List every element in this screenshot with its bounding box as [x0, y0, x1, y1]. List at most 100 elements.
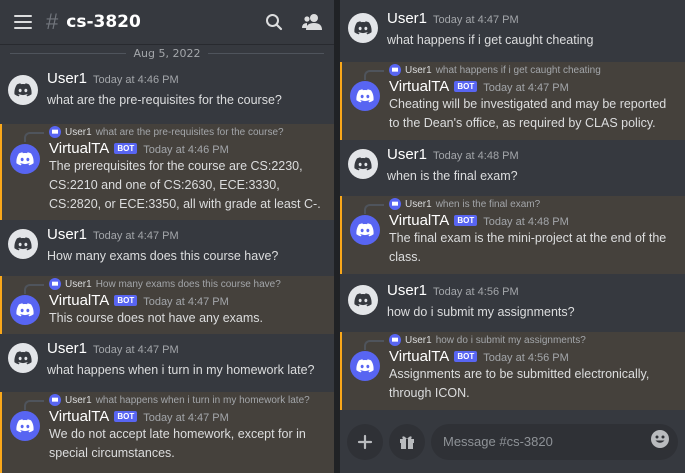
author-name[interactable]: VirtualTA — [49, 408, 109, 425]
reply-author: User1 — [405, 198, 432, 210]
author-name[interactable]: VirtualTA — [49, 140, 109, 157]
timestamp: Today at 4:47 PM — [143, 296, 229, 308]
reply-connector — [24, 284, 44, 294]
avatar[interactable] — [8, 343, 38, 373]
author-name[interactable]: VirtualTA — [389, 348, 449, 365]
reply-avatar-icon — [389, 198, 401, 210]
message-text: How many exams does this course have? — [47, 249, 279, 263]
reply-text: when is the final exam? — [435, 198, 541, 210]
bot-avatar[interactable] — [10, 411, 40, 441]
timestamp: Today at 4:47 PM — [93, 230, 179, 242]
message-input-container — [431, 423, 678, 460]
bot-avatar[interactable] — [10, 144, 40, 174]
bot-badge: BOT — [114, 295, 138, 306]
reply-reference[interactable]: User1 how do i submit my assignments? — [389, 332, 679, 348]
bot-reply-message[interactable]: User1 How many exams does this course hav… — [0, 276, 334, 334]
reply-author: User1 — [65, 126, 92, 138]
avatar[interactable] — [348, 149, 378, 179]
bot-reply-message[interactable]: User1 what happens if i get caught cheati… — [340, 62, 685, 140]
timestamp: Today at 4:47 PM — [93, 344, 179, 356]
avatar[interactable] — [8, 75, 38, 105]
search-icon[interactable] — [262, 10, 286, 34]
timestamp: Today at 4:56 PM — [433, 286, 519, 298]
reply-reference[interactable]: User1 when is the final exam? — [389, 196, 679, 212]
message[interactable]: User1 Today at 4:56 PM how do i submit my… — [340, 282, 685, 332]
hash-icon: # — [46, 9, 59, 34]
author-name[interactable]: VirtualTA — [389, 78, 449, 95]
bot-reply-message[interactable]: User1 what are the pre-requisites for the… — [0, 124, 334, 220]
bot-reply-message[interactable]: User1 when is the final exam? VirtualTA BO… — [340, 196, 685, 274]
bot-reply-message[interactable]: User1 what happens when i turn in my home… — [0, 392, 334, 473]
message-text: what happens if i get caught cheating — [387, 33, 594, 47]
reply-avatar-icon — [389, 64, 401, 76]
timestamp: Today at 4:47 PM — [433, 14, 519, 26]
message-text: The final exam is the mini-project at th… — [389, 231, 667, 264]
plus-icon[interactable] — [347, 423, 383, 460]
emoji-icon[interactable] — [650, 429, 670, 454]
avatar[interactable] — [8, 229, 38, 259]
timestamp: Today at 4:46 PM — [93, 74, 179, 86]
message[interactable]: User1 Today at 4:47 PM what happens if i … — [340, 10, 685, 60]
timestamp: Today at 4:47 PM — [483, 82, 569, 94]
author-name[interactable]: VirtualTA — [49, 292, 109, 309]
channel-name: cs-3820 — [66, 12, 141, 32]
message-input[interactable] — [443, 434, 650, 449]
message-text: Assignments are to be submitted electron… — [389, 367, 650, 400]
message[interactable]: User1 Today at 4:47 PM How many exams doe… — [0, 226, 334, 276]
left-chat-pane: # cs-3820 Aug 5, 2022 User1 Today at 4:46… — [0, 0, 334, 473]
gift-icon[interactable] — [389, 423, 425, 460]
timestamp: Today at 4:48 PM — [433, 150, 519, 162]
author-name[interactable]: User1 — [387, 282, 427, 299]
members-icon[interactable] — [300, 10, 324, 34]
reply-author: User1 — [405, 334, 432, 346]
reply-avatar-icon — [49, 394, 61, 406]
avatar[interactable] — [348, 13, 378, 43]
bot-avatar[interactable] — [350, 215, 380, 245]
bot-avatar[interactable] — [10, 295, 40, 325]
message-text: This course does not have any exams. — [49, 311, 264, 325]
reply-connector — [24, 132, 44, 142]
author-name[interactable]: VirtualTA — [389, 212, 449, 229]
author-name[interactable]: User1 — [47, 226, 87, 243]
message-text: The prerequisites for the course are CS:… — [49, 159, 321, 211]
reply-reference[interactable]: User1 what happens if i get caught cheati… — [389, 62, 679, 78]
message-text: what happens when i turn in my homework … — [47, 363, 315, 377]
author-name[interactable]: User1 — [387, 10, 427, 27]
bot-badge: BOT — [454, 215, 478, 226]
reply-connector — [364, 204, 384, 214]
date-separator-label: Aug 5, 2022 — [133, 46, 201, 60]
reply-author: User1 — [405, 64, 432, 76]
reply-connector — [364, 70, 384, 80]
reply-text: How many exams does this course have? — [95, 278, 281, 290]
bot-badge: BOT — [114, 143, 138, 154]
reply-avatar-icon — [389, 334, 401, 346]
reply-reference[interactable]: User1 what happens when i turn in my home… — [49, 392, 328, 408]
timestamp: Today at 4:46 PM — [143, 144, 229, 156]
bot-badge: BOT — [114, 411, 138, 422]
reply-text: how do i submit my assignments? — [435, 334, 586, 346]
reply-author: User1 — [65, 394, 92, 406]
message-text: Cheating will be investigated and may be… — [389, 97, 667, 130]
message[interactable]: User1 Today at 4:48 PM when is the final … — [340, 146, 685, 196]
bot-avatar[interactable] — [350, 81, 380, 111]
author-name[interactable]: User1 — [47, 70, 87, 87]
reply-reference[interactable]: User1 How many exams does this course hav… — [49, 276, 328, 292]
avatar[interactable] — [348, 285, 378, 315]
menu-icon[interactable] — [14, 15, 32, 29]
message[interactable]: User1 Today at 4:46 PM what are the pre-r… — [0, 70, 334, 122]
reply-text: what happens when i turn in my homework … — [95, 394, 310, 406]
author-name[interactable]: User1 — [387, 146, 427, 163]
bot-badge: BOT — [454, 81, 478, 92]
reply-text: what are the pre-requisites for the cour… — [95, 126, 284, 138]
timestamp: Today at 4:47 PM — [143, 412, 229, 424]
bot-reply-message[interactable]: User1 how do i submit my assignments? Vir… — [340, 332, 685, 410]
right-chat-pane: User1 Today at 4:47 PM what happens if i … — [340, 0, 685, 473]
message-text: We do not accept late homework, except f… — [49, 427, 306, 460]
reply-reference[interactable]: User1 what are the pre-requisites for the… — [49, 124, 328, 140]
channel-header: # cs-3820 — [0, 0, 334, 44]
bot-avatar[interactable] — [350, 351, 380, 381]
message-text: how do i submit my assignments? — [387, 305, 575, 319]
message[interactable]: User1 Today at 4:47 PM what happens when … — [0, 340, 334, 390]
bot-badge: BOT — [454, 351, 478, 362]
author-name[interactable]: User1 — [47, 340, 87, 357]
